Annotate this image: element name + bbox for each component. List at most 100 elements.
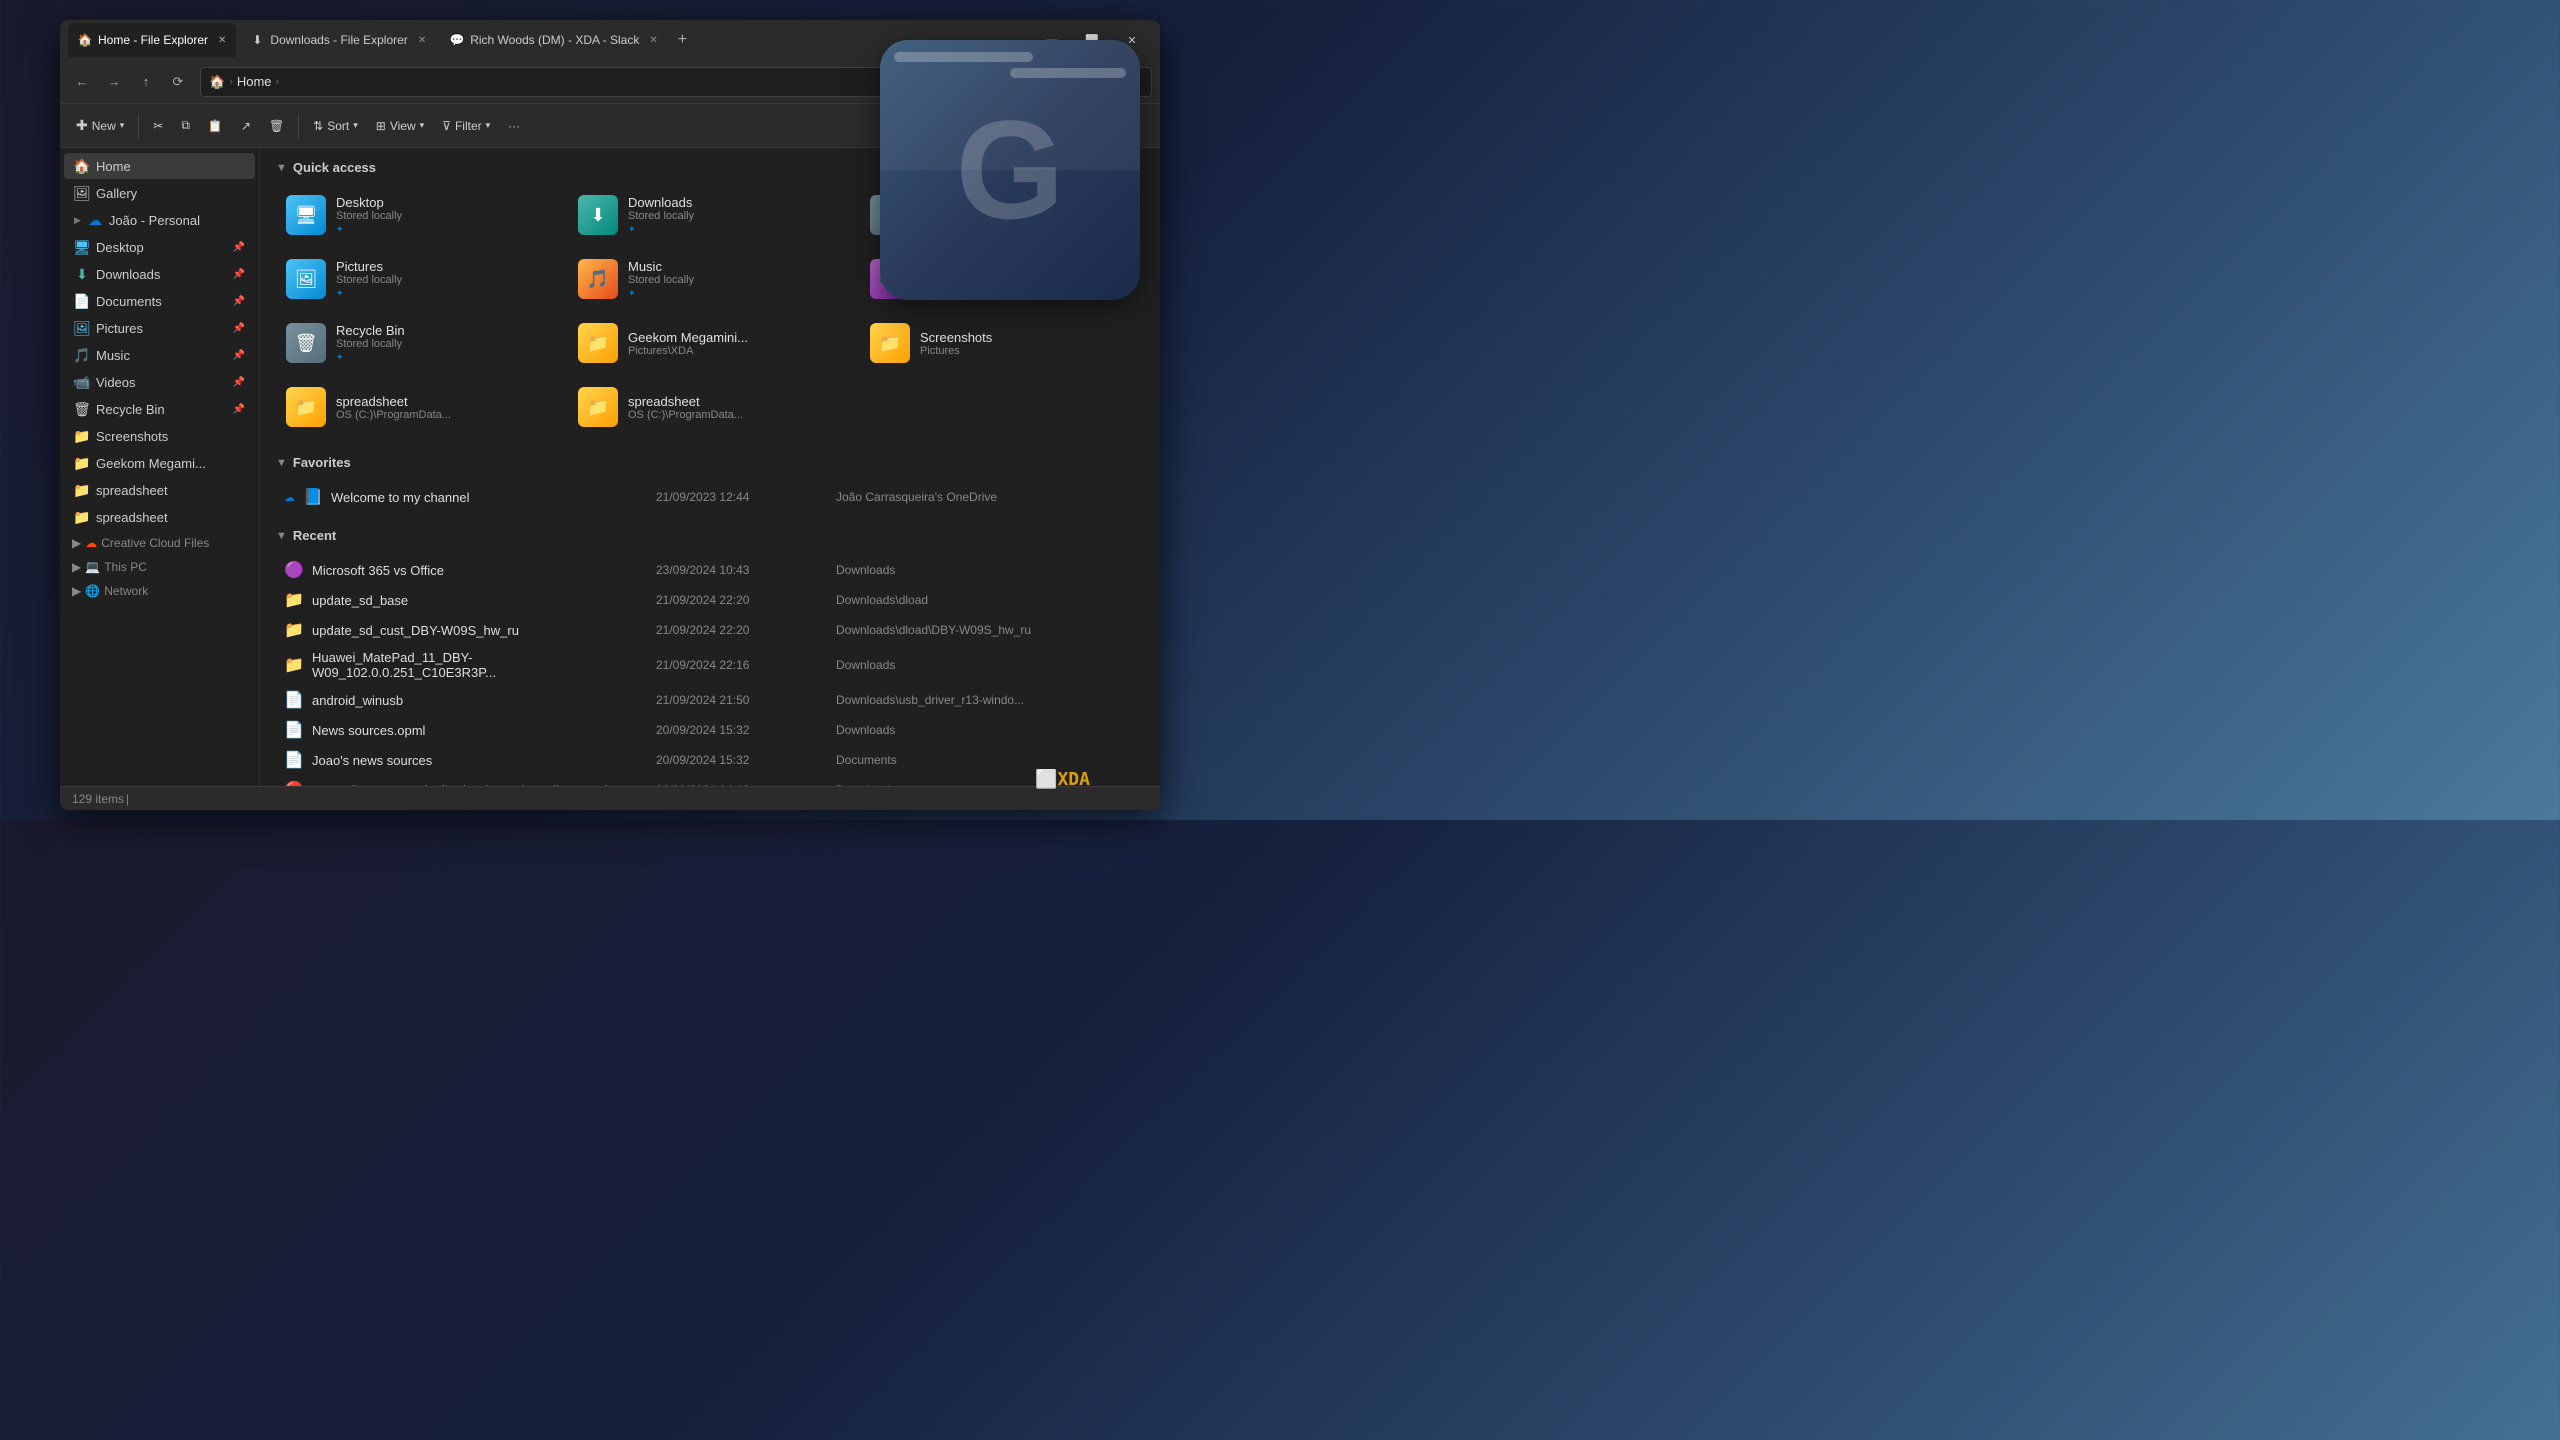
recent-item-1[interactable]: 🟣 Microsoft 365 vs Office 23/09/2024 10:… [276,555,1144,585]
filter-icon: ⊽ [442,119,451,133]
view-chevron: ▾ [420,120,425,131]
quick-item-spreadsheet1[interactable]: 📁 spreadsheet OS (C:)\ProgramData... [276,379,560,435]
cut-button[interactable]: ✂ [145,110,171,142]
paste-button[interactable]: 📋 [200,110,231,142]
recent-2-icon: 📁 [284,590,304,610]
share-button[interactable]: ↗ [233,110,259,142]
copy-button[interactable]: ⧉ [173,110,198,142]
recent-header[interactable]: ▼ Recent [276,528,1144,543]
tab-downloads-close[interactable]: ✕ [418,35,426,46]
sidebar-recycle-label: Recycle Bin [96,402,165,417]
view-button[interactable]: ⊞ View ▾ [368,110,432,142]
sort-label: Sort [327,119,349,133]
recycle-quick-sub: Stored locally [336,338,405,350]
quick-item-geekom[interactable]: 📁 Geekom Megamini... Pictures\XDA [568,315,852,371]
sidebar-item-home[interactable]: 🏠 Home [64,153,255,179]
slack-tab-icon: 💬 [450,33,464,47]
sidebar-item-videos[interactable]: 📹 Videos 📌 [64,369,255,395]
sidebar-item-joao[interactable]: ▶ ☁ João - Personal [64,207,255,233]
recent-1-location: Downloads [836,563,1136,577]
tab-home-close[interactable]: ✕ [218,35,226,46]
screenshots-quick-name: Screenshots [920,330,992,345]
quick-item-downloads[interactable]: ⬇ Downloads Stored locally ✦ [568,187,852,243]
sidebar-this-pc[interactable]: ▶ 💻 This PC [64,556,255,578]
sidebar: 🏠 Home 🖼 Gallery ▶ ☁ João - Personal 🖥 D… [60,148,260,786]
music-quick-info: Music Stored locally ✦ [628,259,694,299]
sidebar-item-gallery[interactable]: 🖼 Gallery [64,180,255,206]
creative-cloud-icon: ☁ [85,536,97,550]
new-button[interactable]: ✚ New ▾ [68,110,132,142]
sidebar-item-screenshots[interactable]: 📁 Screenshots [64,423,255,449]
spreadsheet2-sidebar-icon: 📁 [74,509,90,525]
this-pc-icon: 💻 [85,560,100,574]
sidebar-item-recycle[interactable]: 🗑 Recycle Bin 📌 [64,396,255,422]
quick-item-music[interactable]: 🎵 Music Stored locally ✦ [568,251,852,307]
sidebar-pictures-label: Pictures [96,321,143,336]
up-button[interactable]: ↑ [132,68,160,96]
sidebar-item-spreadsheet2[interactable]: 📁 spreadsheet [64,504,255,530]
xda-logo: ⬜XDA [1035,769,1090,790]
recent-title: Recent [293,528,336,543]
desktop-badge: ✦ [336,224,344,235]
forward-button[interactable]: → [100,68,128,96]
more-button[interactable]: ··· [500,110,528,142]
copy-icon: ⧉ [181,118,190,133]
downloads-badge: ✦ [628,224,636,235]
back-button[interactable]: ← [68,68,96,96]
downloads-tab-icon: ⬇ [250,33,264,47]
geekom-sidebar-icon: 📁 [74,455,90,471]
cut-icon: ✂ [153,119,163,133]
spreadsheet1-quick-info: spreadsheet OS (C:)\ProgramData... [336,394,451,421]
recent-item-8[interactable]: 🔴 Instruções para Emissão dos (novos) Re… [276,775,1144,786]
recent-1-date: 23/09/2024 10:43 [656,563,836,577]
favorites-header[interactable]: ▼ Favorites [276,455,1144,470]
music-quick-icon: 🎵 [578,259,618,299]
recycle-quick-icon: 🗑 [286,323,326,363]
quick-item-desktop[interactable]: 🖥 Desktop Stored locally ✦ [276,187,560,243]
fav-item-1[interactable]: ☁ 📘 Welcome to my channel 21/09/2023 12:… [276,482,1144,512]
new-tab-button[interactable]: + [672,29,693,51]
downloads-quick-info: Downloads Stored locally ✦ [628,195,694,235]
delete-button[interactable]: 🗑 [261,110,292,142]
tab-home[interactable]: 🏠 Home - File Explorer ✕ [68,23,236,57]
sidebar-item-downloads[interactable]: ⬇ Downloads 📌 [64,261,255,287]
sidebar-network[interactable]: ▶ 🌐 Network [64,580,255,602]
joao-sidebar-icon: ☁ [87,212,103,228]
quick-item-recycle[interactable]: 🗑 Recycle Bin Stored locally ✦ [276,315,560,371]
spreadsheet1-quick-name: spreadsheet [336,394,451,409]
sidebar-item-documents[interactable]: 📄 Documents 📌 [64,288,255,314]
sidebar-item-music[interactable]: 🎵 Music 📌 [64,342,255,368]
screenshots-quick-sub: Pictures [920,345,992,357]
breadcrumb-path: Home [237,74,272,89]
desktop-quick-icon: 🖥 [286,195,326,235]
breadcrumb[interactable]: 🏠 › Home › [200,67,964,97]
tab-slack-close[interactable]: ✕ [649,35,657,46]
g-overlay-decoration: G [880,40,1140,300]
quick-item-pictures[interactable]: 🖼 Pictures Stored locally ✦ [276,251,560,307]
filter-button[interactable]: ⊽ Filter ▾ [434,110,498,142]
sidebar-item-spreadsheet1[interactable]: 📁 spreadsheet [64,477,255,503]
sidebar-item-desktop[interactable]: 🖥 Desktop 📌 [64,234,255,260]
quick-item-spreadsheet2[interactable]: 📁 spreadsheet OS (C:)\ProgramData... [568,379,852,435]
tab-slack[interactable]: 💬 Rich Woods (DM) - XDA - Slack ✕ [440,23,668,57]
pictures-quick-name: Pictures [336,259,402,274]
recent-item-3[interactable]: 📁 update_sd_cust_DBY-W09S_hw_ru 21/09/20… [276,615,1144,645]
downloads-sidebar-icon: ⬇ [74,266,90,282]
spreadsheet2-quick-sub: OS (C:)\ProgramData... [628,409,743,421]
view-icon: ⊞ [376,119,386,133]
tab-downloads[interactable]: ⬇ Downloads - File Explorer ✕ [240,23,436,57]
sidebar-spreadsheet2-label: spreadsheet [96,510,168,525]
recent-item-5[interactable]: 📄 android_winusb 21/09/2024 21:50 Downlo… [276,685,1144,715]
quick-item-screenshots[interactable]: 📁 Screenshots Pictures [860,315,1144,371]
recent-item-6[interactable]: 📄 News sources.opml 20/09/2024 15:32 Dow… [276,715,1144,745]
recent-item-2[interactable]: 📁 update_sd_base 21/09/2024 22:20 Downlo… [276,585,1144,615]
recent-item-4[interactable]: 📁 Huawei_MatePad_11_DBY-W09_102.0.0.251_… [276,645,1144,685]
sidebar-item-geekom[interactable]: 📁 Geekom Megami... [64,450,255,476]
refresh-button[interactable]: ⟳ [164,68,192,96]
sort-button[interactable]: ⇅ Sort ▾ [305,110,366,142]
recent-item-7[interactable]: 📄 Joao's news sources 20/09/2024 15:32 D… [276,745,1144,775]
sidebar-item-pictures[interactable]: 🖼 Pictures 📌 [64,315,255,341]
status-bar: 129 items | [60,786,1160,810]
sidebar-creative-cloud[interactable]: ▶ ☁ Creative Cloud Files [64,532,255,554]
downloads-quick-sub: Stored locally [628,210,694,222]
